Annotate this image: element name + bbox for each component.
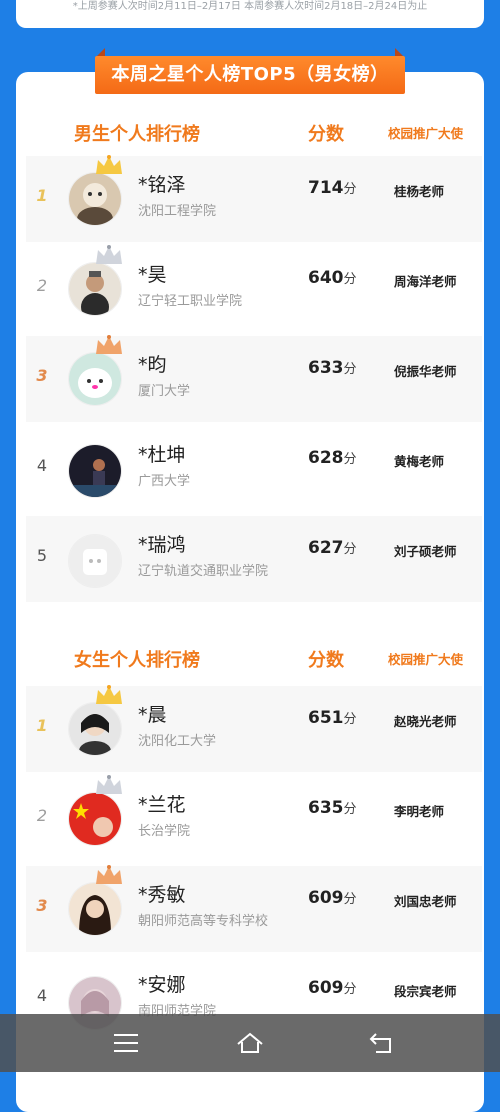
ambassador-header: 校园推广大使: [388, 652, 464, 667]
ambassador-teacher: 倪振华老师: [394, 364, 457, 379]
score-header: 分数: [308, 650, 344, 671]
student-name: *安娜: [138, 974, 186, 996]
male-rank-row-3[interactable]: 3 *昀 厦门大学 633分 倪振华老师: [26, 335, 482, 422]
avatar: [68, 172, 122, 226]
student-name: *晨: [138, 704, 167, 726]
school-name: 辽宁轨道交通职业学院: [138, 564, 269, 579]
ambassador-teacher: 刘国忠老师: [394, 894, 457, 909]
ambassador-teacher: 刘子硕老师: [394, 544, 457, 559]
avatar: [68, 882, 122, 936]
crown-icon: [96, 775, 122, 794]
avatar: [68, 262, 122, 316]
student-name: *昊: [138, 264, 167, 286]
rank-number: 1: [36, 716, 48, 735]
female-rank-row-3[interactable]: 3 *秀敏 朝阳师范高等专科学校 609分 刘国忠老师: [26, 865, 482, 952]
male-rank-row-5[interactable]: 5 *瑞鸿 辽宁轨道交通职业学院 627分 刘子硕老师: [26, 516, 482, 602]
crown-icon: [96, 245, 122, 264]
crown-icon: [96, 335, 122, 354]
score-header: 分数: [308, 124, 344, 145]
student-name: *兰花: [138, 794, 186, 816]
avatar: [68, 352, 122, 406]
ambassador-teacher: 周海洋老师: [394, 274, 457, 289]
crown-icon: [96, 685, 122, 704]
rank-number: 1: [36, 186, 48, 205]
student-name: *铭泽: [138, 174, 186, 196]
school-name: 沈阳化工大学: [138, 734, 217, 749]
home-icon[interactable]: [236, 1030, 264, 1056]
male-rank-row-4[interactable]: 4 *杜坤 广西大学 628分 黄梅老师: [26, 426, 482, 512]
menu-icon[interactable]: [112, 1030, 140, 1056]
score-value: 633分: [308, 358, 357, 378]
avatar: [68, 444, 122, 498]
score-value: 628分: [308, 448, 357, 468]
school-name: 厦门大学: [138, 384, 191, 399]
score-value: 627分: [308, 538, 357, 558]
score-value: 635分: [308, 798, 357, 818]
ambassador-teacher: 李明老师: [394, 804, 445, 819]
avatar: [68, 792, 122, 846]
weekly-star-banner: 本周之星个人榜TOP5（男女榜）: [95, 48, 405, 94]
previous-section-card: *上周参赛人次时间2月11日–2月17日 本周参赛人次时间2月18日–2月24日…: [16, 0, 484, 28]
rank-number: 2: [36, 276, 48, 295]
male-ranking-title: 男生个人排行榜: [74, 124, 200, 145]
female-ranking-header: 女生个人排行榜 分数 校园推广大使: [16, 638, 484, 678]
crown-icon: [96, 865, 122, 884]
rank-number: 4: [36, 456, 48, 475]
rank-number: 5: [36, 546, 48, 565]
ambassador-teacher: 段宗宾老师: [394, 984, 457, 999]
rank-number: 3: [36, 896, 48, 915]
score-value: 651分: [308, 708, 357, 728]
male-rank-row-2[interactable]: 2 *昊 辽宁轻工职业学院 640分 周海洋老师: [26, 245, 482, 332]
student-name: *秀敏: [138, 884, 186, 906]
rank-number: 3: [36, 366, 48, 385]
male-rank-row-1[interactable]: 1 *铭泽 沈阳工程学院 714分 桂杨老师: [26, 155, 482, 242]
student-name: *瑞鸿: [138, 534, 186, 556]
student-name: *杜坤: [138, 444, 186, 466]
female-ranking-title: 女生个人排行榜: [74, 650, 200, 671]
ambassador-teacher: 赵晓光老师: [394, 714, 457, 729]
score-value: 609分: [308, 978, 357, 998]
avatar: [68, 702, 122, 756]
male-ranking-header: 男生个人排行榜 分数 校园推广大使: [16, 112, 484, 152]
rank-number: 2: [36, 806, 48, 825]
crown-icon: [96, 155, 122, 174]
period-note: *上周参赛人次时间2月11日–2月17日 本周参赛人次时间2月18日–2月24日…: [72, 1, 428, 12]
school-name: 长治学院: [138, 824, 191, 839]
school-name: 朝阳师范高等专科学校: [138, 914, 269, 929]
avatar: [68, 534, 122, 588]
female-rank-row-1[interactable]: 1 *晨 沈阳化工大学 651分 赵晓光老师: [26, 685, 482, 772]
school-name: 广西大学: [138, 474, 191, 489]
ambassador-teacher: 桂杨老师: [394, 184, 445, 199]
back-icon[interactable]: [368, 1030, 396, 1056]
ambassador-header: 校园推广大使: [388, 126, 464, 141]
school-name: 辽宁轻工职业学院: [138, 294, 243, 309]
school-name: 沈阳工程学院: [138, 204, 217, 219]
student-name: *昀: [138, 354, 167, 376]
system-nav-bar: [0, 1014, 500, 1072]
banner-title: 本周之星个人榜TOP5（男女榜）: [95, 56, 405, 94]
ambassador-teacher: 黄梅老师: [394, 454, 445, 469]
score-value: 714分: [308, 178, 357, 198]
female-rank-row-2[interactable]: 2 *兰花 长治学院 635分 李明老师: [26, 775, 482, 862]
score-value: 609分: [308, 888, 357, 908]
score-value: 640分: [308, 268, 357, 288]
rank-number: 4: [36, 986, 48, 1005]
